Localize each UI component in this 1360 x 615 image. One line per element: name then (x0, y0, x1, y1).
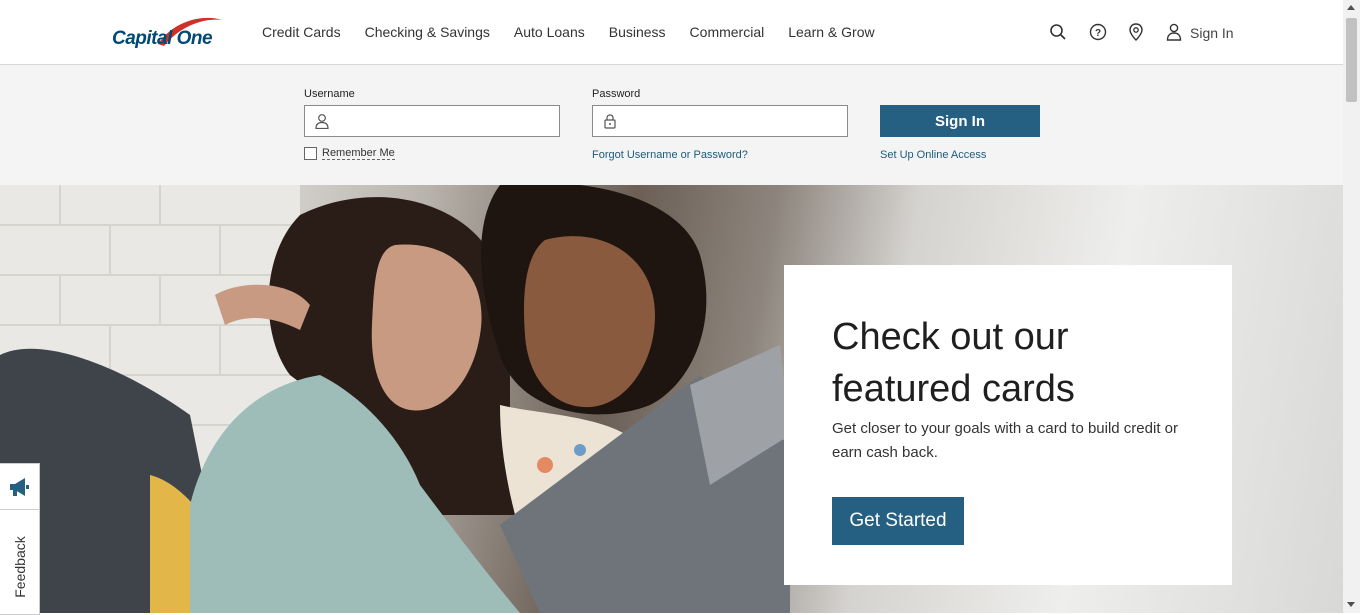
location-pin-icon[interactable] (1126, 22, 1146, 42)
hero-heading: Check out our featured cards (832, 316, 1075, 410)
password-label: Password (592, 88, 641, 100)
sign-in-button[interactable]: Sign In (880, 105, 1040, 137)
hero-description: Get closer to your goals with a card to … (832, 420, 1178, 461)
login-bar: Username Password Sign In Remember Me Fo… (0, 65, 1343, 185)
scroll-thumb[interactable] (1346, 18, 1357, 102)
page-scrollbar[interactable] (1343, 0, 1360, 613)
user-icon (315, 114, 329, 129)
setup-online-access-link[interactable]: Set Up Online Access (880, 149, 986, 161)
user-icon[interactable] (1164, 22, 1184, 42)
forgot-credentials-link[interactable]: Forgot Username or Password? (592, 149, 748, 161)
username-field[interactable] (304, 105, 560, 137)
lock-icon (604, 114, 616, 129)
username-label: Username (304, 88, 355, 100)
logo-text: Capital One (112, 28, 213, 49)
capital-one-logo[interactable]: Capital One (112, 14, 224, 54)
scroll-down-arrow[interactable] (1347, 602, 1355, 607)
megaphone-icon (10, 478, 29, 496)
featured-cards-panel: Check out our featured cards Get closer … (784, 265, 1232, 585)
remember-me-label: Remember Me (322, 147, 395, 160)
help-icon[interactable]: ? (1088, 22, 1108, 42)
hero-photo (0, 185, 790, 613)
get-started-button[interactable]: Get Started (832, 497, 964, 545)
feedback-divider (0, 509, 39, 510)
header-sign-in-link[interactable]: Sign In (1190, 25, 1234, 41)
hero-banner: Check out our featured cards Get closer … (0, 185, 1343, 613)
nav-auto-loans[interactable]: Auto Loans (514, 24, 585, 40)
nav-commercial[interactable]: Commercial (690, 24, 765, 40)
remember-me-checkbox[interactable] (304, 147, 317, 160)
password-field[interactable] (592, 105, 848, 137)
remember-me[interactable]: Remember Me (304, 147, 395, 160)
feedback-tab[interactable]: Feedback (0, 463, 40, 615)
nav-business[interactable]: Business (609, 24, 666, 40)
main-nav: Credit Cards Checking & Savings Auto Loa… (262, 24, 899, 40)
nav-learn-grow[interactable]: Learn & Grow (788, 24, 874, 40)
scroll-up-arrow[interactable] (1347, 5, 1355, 10)
feedback-label: Feedback (12, 536, 28, 598)
search-icon[interactable] (1048, 22, 1068, 42)
nav-credit-cards[interactable]: Credit Cards (262, 24, 341, 40)
site-header: Capital One Credit Cards Checking & Savi… (0, 0, 1343, 65)
nav-checking-savings[interactable]: Checking & Savings (365, 24, 490, 40)
svg-text:?: ? (1095, 28, 1101, 39)
